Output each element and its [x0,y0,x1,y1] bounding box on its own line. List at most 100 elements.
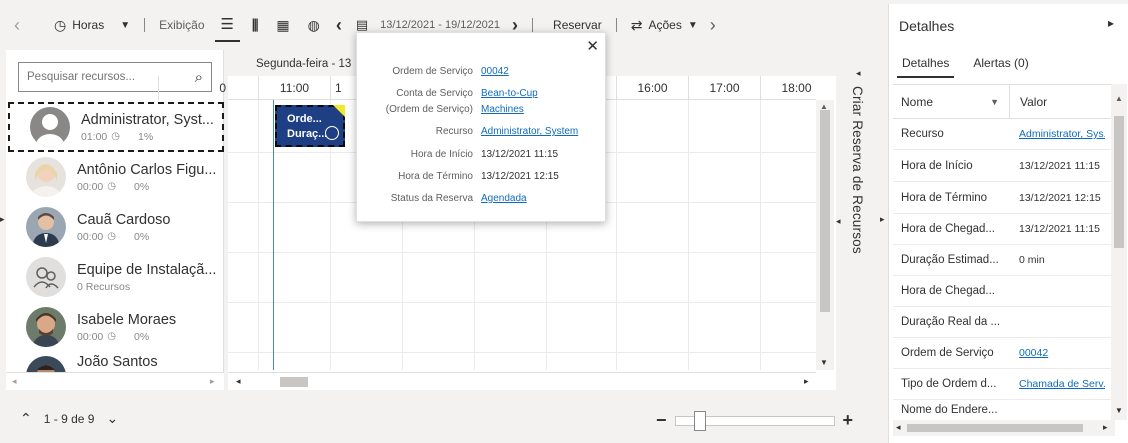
details-horizontal-scrollbar[interactable]: ◂ ▸ [893,420,1115,436]
resource-row[interactable]: Isabele Moraes 00:00 ◷ 0% [6,302,224,352]
tab-alerts[interactable]: Alertas (0) [968,56,1033,78]
close-icon[interactable]: ✕ [586,37,599,55]
scroll-right-icon[interactable]: ▸ [210,376,215,387]
scroll-thumb[interactable] [1114,116,1124,248]
details-vertical-scrollbar[interactable]: ▲ ▼ [1111,84,1127,420]
forward-arrow-icon[interactable]: › [704,8,722,42]
details-row: Nome do Endere... [893,400,1115,421]
details-field-value[interactable]: Chamada de Serv... [1009,378,1105,390]
resource-time: 00:00 [77,230,104,243]
chevron-down-icon[interactable]: ⌄ [106,410,118,427]
column-header-name[interactable]: Nome ▼ [893,85,1009,119]
search-input[interactable] [27,71,177,83]
pager-label: 1 - 9 de 9 [43,411,95,426]
person-photo-icon [26,157,66,197]
column-header-value[interactable]: Valor [1009,85,1115,119]
grid-line [760,100,761,370]
person-photo-icon [26,356,66,372]
work-order-link[interactable]: 00042 [481,65,509,78]
resource-utilization: 1% [138,130,154,143]
resource-name: Administrator, Syst... [81,111,214,128]
booking-status-link[interactable]: Agendada [481,192,527,205]
scroll-down-icon[interactable]: ▼ [820,358,828,367]
resource-utilization: 0% [134,180,150,193]
details-row: Hora de Chegad... 13/12/2021 11:15 [893,214,1115,245]
resource-list-panel: ⌕ Administrator, Syst... 01:00◷1% Antôni… [6,50,224,390]
zoom-out-icon[interactable]: − [656,410,667,431]
zoom-slider-thumb[interactable] [693,410,706,431]
resource-row[interactable]: Equipe de Instalaçã... 0 Recursos [6,252,224,302]
popup-label: Recurso [435,126,473,137]
clock-icon: ◷ [111,131,121,142]
resource-row[interactable]: João Santos [6,352,224,372]
grid-row-line [228,352,816,353]
resource-row[interactable]: Administrator, Syst... 01:00 ◷ 1% [8,102,224,152]
expand-right-icon[interactable]: ▸ [880,214,885,225]
scroll-thumb[interactable] [280,377,308,387]
details-field-name: Recurso [901,128,944,140]
create-booking-tab[interactable]: ◂ Criar Reserva de Recursos ◂ [836,50,876,390]
popup-label: Conta de Serviço [396,88,473,99]
details-field-name: Ordem de Serviço [901,347,994,359]
scroll-up-icon[interactable]: ▲ [1115,94,1123,103]
hour-label: 11:00 [258,76,330,100]
prev-period-icon[interactable]: ‹ [330,8,348,42]
scroll-thumb[interactable] [907,424,1083,432]
caret-down-icon[interactable]: ▼ [990,97,999,107]
scroll-down-icon[interactable]: ▼ [1115,406,1123,415]
service-account-link[interactable]: Bean-to-Cup [481,87,538,100]
resource-link[interactable]: Administrator, System [481,125,578,138]
resource-utilization: 0% [134,330,150,343]
resource-name: João Santos [77,354,158,370]
clock-icon: ◷ [107,181,117,192]
collapse-left-icon[interactable]: ◂ [856,68,861,79]
actions-button[interactable]: ⇄ Ações ▼ [625,8,704,42]
collapse-right-icon[interactable]: ▸ [1108,16,1114,30]
details-field-name: Duração Estimad... [901,254,999,266]
grid-row-line [228,302,816,303]
table-view-icon[interactable]: ▦ [270,8,295,42]
booking-block[interactable]: Orde... Duraç... [275,105,345,147]
zoom-in-icon[interactable]: + [843,410,854,431]
scroll-thumb[interactable] [820,110,830,312]
booking-details-popup: ✕ Ordem de Serviço 00042 Conta de Serviç… [356,32,606,222]
grid-vertical-scrollbar[interactable]: ▲ ▼ [816,100,834,370]
resource-name: Cauã Cardoso [77,211,171,228]
service-account-link[interactable]: Machines [481,103,524,116]
view-label: Exibição [159,18,205,32]
person-photo-icon [26,207,66,247]
popup-row: Hora de Término 13/12/2021 12:15 [357,170,607,183]
scroll-right-icon[interactable]: ▸ [1103,422,1108,433]
zoom-control: − + [656,410,853,431]
map-view-icon[interactable]: ◍ [302,8,326,42]
details-field-value: 0 min [1019,254,1045,266]
details-grid: Nome ▼ Valor Recurso Administrator, Sys..… [893,84,1115,421]
popup-label: Hora de Início [410,149,473,160]
scroll-right-icon[interactable]: ▸ [804,376,809,387]
details-row: Tipo de Ordem d... Chamada de Serv... [893,369,1115,400]
back-arrow-icon[interactable]: ‹ [8,8,26,42]
popup-label: (Ordem de Serviço) [385,104,473,115]
expand-left-icon[interactable]: ▸ [0,214,5,225]
clock-icon [325,126,339,140]
scroll-left-icon[interactable]: ◂ [236,376,241,387]
tab-details[interactable]: Detalhes [897,56,955,78]
gantt-view-icon[interactable]: ⫼ [246,8,264,42]
zoom-slider[interactable] [674,410,835,431]
chevron-up-icon[interactable]: ⌃ [20,410,32,427]
list-view-icon[interactable]: ☰ [214,8,240,42]
details-field-value[interactable]: 00042 [1009,347,1105,359]
expand-left-icon[interactable]: ◂ [836,216,841,227]
hours-dropdown[interactable]: ◷ Horas ▼ [48,8,136,42]
scroll-left-icon[interactable]: ◂ [12,376,17,387]
resource-row[interactable]: Antônio Carlos Figu... 00:00 ◷ 0% [6,152,224,202]
details-field-name: Hora de Chegad... [901,223,995,235]
swap-icon: ⇄ [630,16,643,33]
hours-label: Horas [72,18,105,32]
column-header-label: Valor [1020,94,1048,109]
resource-row[interactable]: Cauã Cardoso 00:00 ◷ 0% [6,202,224,252]
details-field-value[interactable]: Administrator, Sys... [1009,128,1105,140]
resource-list-hscroll[interactable]: ◂ ▸ [6,372,224,390]
scroll-left-icon[interactable]: ◂ [896,422,901,433]
grid-horizontal-scrollbar[interactable]: ◂ ▸ [228,372,816,390]
